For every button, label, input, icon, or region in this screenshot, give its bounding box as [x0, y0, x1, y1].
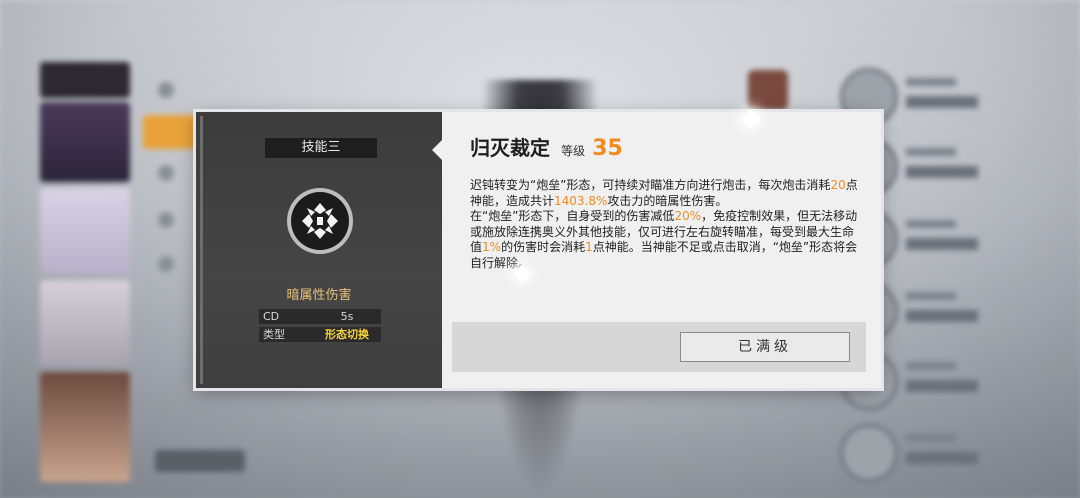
stat-key: CD [263, 310, 280, 323]
pointer-arrow [432, 140, 442, 160]
character-portrait-list[interactable] [40, 62, 132, 492]
level-label: 等级 [561, 144, 586, 158]
description-number: 1 [585, 240, 593, 254]
skill-slot-label: 技能三 [265, 138, 377, 158]
skill-description: 迟钝转变为“炮垒”形态，可持续对瞄准方向进行炮击，每次炮击消耗20点神能，造成共… [470, 178, 862, 271]
description-number: 1403.8% [554, 193, 608, 208]
skill-title: 归灭裁定 [470, 136, 550, 160]
skill-description-panel: 归灭裁定 等级 35 迟钝转变为“炮垒”形态，可持续对瞄准方向进行炮击，每次炮击… [442, 112, 881, 388]
max-level-button[interactable]: 已满级 [680, 332, 850, 362]
bottom-left-button[interactable] [155, 450, 245, 472]
damage-type-label: 暗属性伤害 [286, 288, 352, 303]
level-value: 35 [592, 136, 623, 161]
upgrade-area: 已满级 [452, 322, 866, 372]
skill-summary-panel: 技能三 暗属性伤害 CD 5s 类型 形态切换 [196, 112, 442, 388]
side-menu-item[interactable] [158, 212, 198, 230]
stat-row-cd: CD 5s [259, 309, 381, 324]
artillery-skill-icon [287, 188, 353, 254]
side-menu-item[interactable] [158, 256, 198, 274]
description-number: 20 [830, 178, 846, 192]
skill-title-row: 归灭裁定 等级 35 [470, 132, 623, 162]
side-menu-item-active[interactable] [143, 115, 198, 149]
description-text: 的伤害时会消耗 [501, 240, 586, 254]
side-menu-item[interactable] [158, 82, 198, 100]
stat-key: 类型 [263, 328, 285, 341]
stat-value: 形态切换 [313, 327, 381, 342]
description-number: 20% [674, 209, 702, 223]
description-text: 攻击力的暗属性伤害。 [607, 193, 728, 208]
description-text: 在“炮垒”形态下，自身受到的伤害减低 [470, 209, 675, 223]
description-text: 迟钝转变为“炮垒”形态，可持续对瞄准方向进行炮击，每次炮击消耗 [470, 178, 831, 192]
stat-row-type: 类型 形态切换 [259, 327, 381, 342]
skill-detail-dialog: 技能三 暗属性伤害 CD 5s 类型 形态切换 归灭裁定 等级 35 迟钝转变为… [196, 112, 881, 388]
side-menu-item[interactable] [158, 165, 198, 183]
description-number: 1% [482, 240, 502, 254]
stat-value: 5s [340, 310, 354, 323]
